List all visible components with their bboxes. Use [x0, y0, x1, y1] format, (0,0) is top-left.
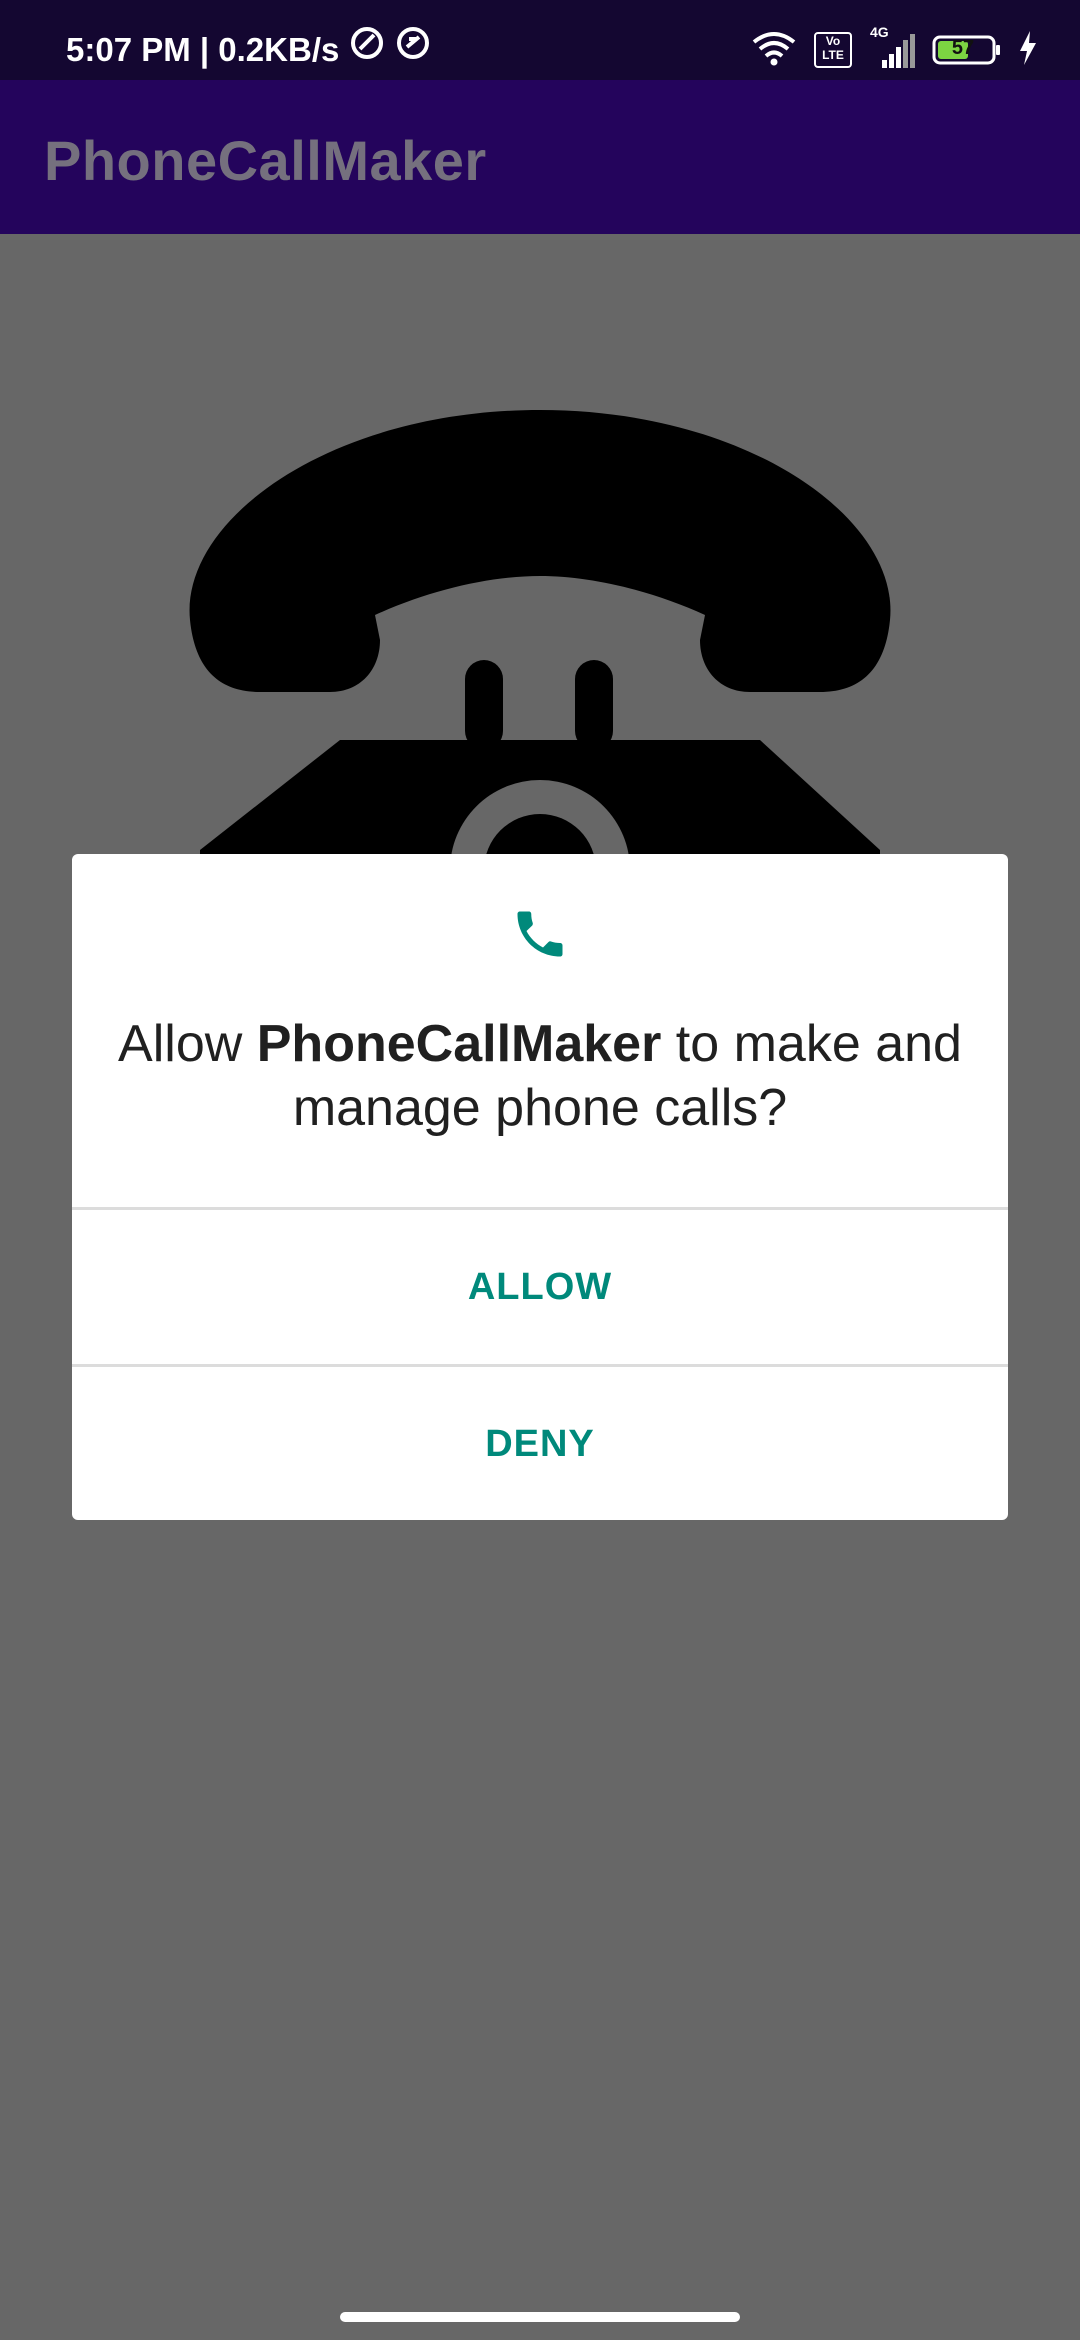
allow-button[interactable]: ALLOW: [72, 1210, 1008, 1364]
phone-icon: [510, 904, 570, 969]
telephone-illustration: [160, 380, 920, 960]
home-indicator[interactable]: [340, 2312, 740, 2322]
app-bar: PhoneCallMaker: [0, 80, 1080, 234]
signal-icon: 4G: [868, 24, 916, 70]
permission-dialog: Allow PhoneCallMaker to make and manage …: [72, 854, 1008, 1520]
permission-message: Allow PhoneCallMaker to make and manage …: [112, 1012, 968, 1140]
battery-level: 57: [951, 37, 975, 59]
charging-icon: [1018, 30, 1038, 70]
volte-icon: Vo LTE: [814, 32, 852, 68]
status-bar: 5:07 PM | 0.2KB/s Vo LTE 4G 57: [0, 0, 1080, 80]
message-app-name: PhoneCallMaker: [256, 1015, 662, 1073]
wifi-icon: [750, 30, 798, 71]
battery-icon: 57: [932, 35, 1002, 65]
app-title: PhoneCallMaker: [44, 129, 487, 192]
message-prefix: Allow: [118, 1015, 257, 1073]
deny-button[interactable]: DENY: [72, 1367, 1008, 1521]
status-right: Vo LTE 4G 57: [750, 22, 1038, 78]
